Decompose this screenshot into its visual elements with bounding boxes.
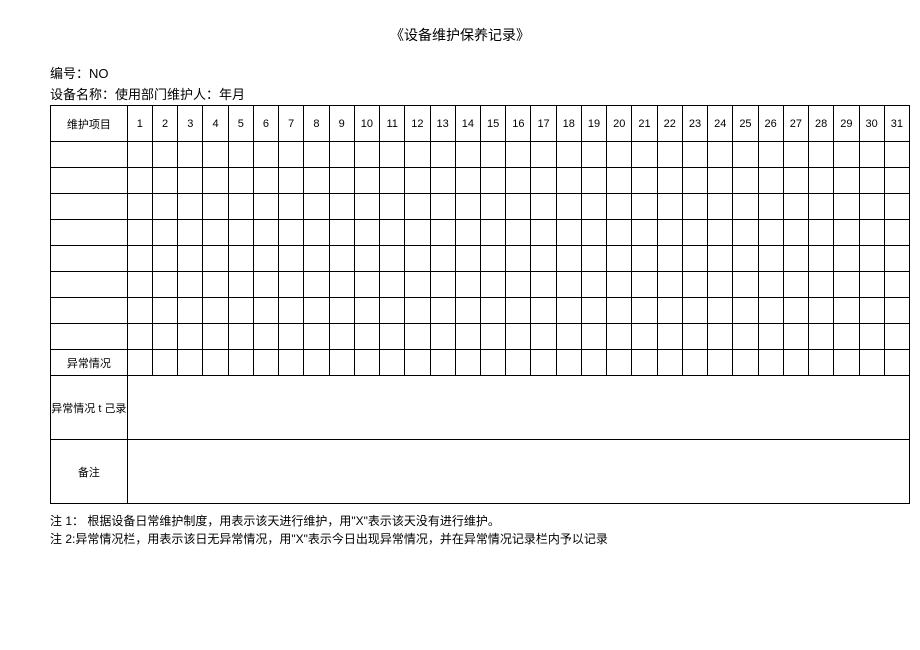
table-row bbox=[51, 168, 910, 194]
day-23: 23 bbox=[682, 106, 707, 142]
table-row bbox=[51, 194, 910, 220]
day-13: 13 bbox=[430, 106, 455, 142]
header-label-cell: 维护项目 bbox=[51, 106, 128, 142]
header-row: 维护项目 1 2 3 4 5 6 7 8 9 10 11 12 13 14 15… bbox=[51, 106, 910, 142]
remark-label-cell: 备注 bbox=[51, 440, 128, 504]
note-2: 注 2:异常情况栏，用表示该日无异常情况，用"X"表示今日出现异常情况，并在异常… bbox=[50, 530, 890, 548]
meta-line-1: 编号：NO bbox=[30, 63, 890, 82]
day-14: 14 bbox=[455, 106, 480, 142]
abnormal-label-cell: 异常情况 bbox=[51, 350, 128, 376]
day-25: 25 bbox=[733, 106, 758, 142]
day-3: 3 bbox=[178, 106, 203, 142]
table-row bbox=[51, 298, 910, 324]
abnormal-row: 异常情况 bbox=[51, 350, 910, 376]
day-7: 7 bbox=[279, 106, 304, 142]
day-11: 11 bbox=[380, 106, 405, 142]
meta-line-2: 设备名称：使用部门维护人：年月 bbox=[30, 84, 890, 103]
table-row bbox=[51, 142, 910, 168]
table-row bbox=[51, 220, 910, 246]
abnormal-record-cell bbox=[127, 376, 909, 440]
day-4: 4 bbox=[203, 106, 228, 142]
day-2: 2 bbox=[152, 106, 177, 142]
note-1: 注 1： 根据设备日常维护制度，用表示该天进行维护，用"X"表示该天没有进行维护… bbox=[50, 512, 890, 530]
day-26: 26 bbox=[758, 106, 783, 142]
day-29: 29 bbox=[834, 106, 859, 142]
day-16: 16 bbox=[506, 106, 531, 142]
table-row bbox=[51, 246, 910, 272]
abnormal-record-label-cell: 异常情况 t 己录 bbox=[51, 376, 128, 440]
day-10: 10 bbox=[354, 106, 379, 142]
day-5: 5 bbox=[228, 106, 253, 142]
page-title: 《设备维护保养记录》 bbox=[30, 25, 890, 45]
maintenance-table: 维护项目 1 2 3 4 5 6 7 8 9 10 11 12 13 14 15… bbox=[50, 105, 910, 504]
day-21: 21 bbox=[632, 106, 657, 142]
remark-cell bbox=[127, 440, 909, 504]
day-6: 6 bbox=[253, 106, 278, 142]
day-9: 9 bbox=[329, 106, 354, 142]
table-row bbox=[51, 324, 910, 350]
day-19: 19 bbox=[581, 106, 606, 142]
meta-prefix: 编号： bbox=[50, 66, 89, 81]
day-31: 31 bbox=[884, 106, 909, 142]
day-17: 17 bbox=[531, 106, 556, 142]
day-15: 15 bbox=[480, 106, 505, 142]
remark-row: 备注 bbox=[51, 440, 910, 504]
notes-section: 注 1： 根据设备日常维护制度，用表示该天进行维护，用"X"表示该天没有进行维护… bbox=[30, 512, 890, 548]
day-18: 18 bbox=[556, 106, 581, 142]
table-row bbox=[51, 272, 910, 298]
day-27: 27 bbox=[783, 106, 808, 142]
abnormal-record-row: 异常情况 t 己录 bbox=[51, 376, 910, 440]
day-30: 30 bbox=[859, 106, 884, 142]
day-20: 20 bbox=[607, 106, 632, 142]
day-12: 12 bbox=[405, 106, 430, 142]
meta-no: NO bbox=[89, 66, 109, 81]
day-1: 1 bbox=[127, 106, 152, 142]
day-28: 28 bbox=[809, 106, 834, 142]
day-22: 22 bbox=[657, 106, 682, 142]
day-24: 24 bbox=[708, 106, 733, 142]
day-8: 8 bbox=[304, 106, 329, 142]
